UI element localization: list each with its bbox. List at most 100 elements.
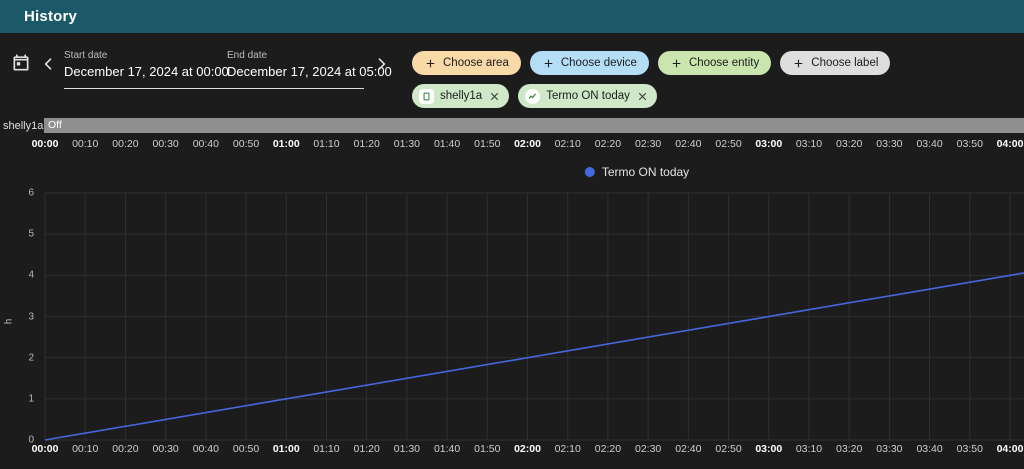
time-tick: 03:50 — [957, 443, 983, 455]
time-tick: 01:50 — [474, 138, 500, 150]
time-tick: 00:00 — [32, 138, 59, 150]
choose-device-button[interactable]: Choose device — [530, 51, 649, 75]
time-tick: 04:00 — [997, 443, 1024, 455]
plus-icon — [792, 57, 805, 70]
y-tick: 5 — [0, 229, 34, 240]
time-tick: 01:30 — [394, 443, 420, 455]
time-tick: 00:40 — [193, 443, 219, 455]
time-tick: 01:40 — [434, 138, 460, 150]
choose-label-button[interactable]: Choose label — [780, 51, 890, 75]
date-range-picker[interactable]: Start date December 17, 2024 at 00:00 En… — [64, 50, 364, 89]
calendar-button[interactable] — [8, 50, 34, 76]
legend-label: Termo ON today — [602, 165, 689, 179]
time-tick: 02:10 — [555, 443, 581, 455]
time-tick: 00:10 — [72, 443, 98, 455]
next-period-button[interactable] — [372, 55, 390, 73]
chip-label: Termo ON today — [546, 90, 630, 102]
active-filter-row: shelly1a Termo ON today — [412, 84, 657, 108]
active-filter-shelly1a[interactable]: shelly1a — [412, 84, 509, 108]
time-tick: 01:10 — [313, 138, 339, 150]
y-tick: 4 — [0, 270, 34, 281]
time-tick: 02:50 — [715, 138, 741, 150]
time-tick: 03:40 — [916, 443, 942, 455]
page-title: History — [24, 8, 77, 25]
start-date-field[interactable]: Start date December 17, 2024 at 00:00 — [64, 50, 227, 79]
timeline-state-bar[interactable]: Off — [44, 118, 1024, 133]
time-tick: 03:10 — [796, 138, 822, 150]
time-tick: 00:50 — [233, 443, 259, 455]
time-tick: 03:00 — [755, 138, 782, 150]
chart-legend[interactable]: Termo ON today — [585, 165, 689, 179]
time-tick: 01:50 — [474, 443, 500, 455]
time-tick: 01:40 — [434, 443, 460, 455]
chart-canvas[interactable] — [0, 160, 1024, 469]
time-tick: 00:20 — [112, 138, 138, 150]
time-tick: 03:10 — [796, 443, 822, 455]
time-tick: 02:20 — [595, 443, 621, 455]
choose-area-button[interactable]: Choose area — [412, 51, 521, 75]
filter-chip-row: Choose area Choose device Choose entity Cho… — [412, 51, 890, 75]
time-tick: 03:30 — [876, 443, 902, 455]
time-tick: 02:30 — [635, 443, 661, 455]
legend-dot — [585, 167, 595, 177]
time-tick: 00:40 — [193, 138, 219, 150]
y-tick: 0 — [0, 435, 34, 446]
time-tick: 02:30 — [635, 138, 661, 150]
time-tick: 01:00 — [273, 138, 300, 150]
y-tick: 1 — [0, 393, 34, 404]
time-tick: 02:40 — [675, 443, 701, 455]
device-icon — [419, 89, 434, 104]
history-chart[interactable]: Termo ON today 0123456 h 00:0000:1000:20… — [0, 160, 1024, 469]
time-tick: 02:00 — [514, 443, 541, 455]
time-tick: 02:00 — [514, 138, 541, 150]
timeline-time-axis: 00:00 00:10 00:20 00:30 00:40 00:50 01:00 01:10… — [0, 138, 1024, 152]
active-filter-termo-on-today[interactable]: Termo ON today — [518, 84, 657, 108]
chip-label: Choose label — [811, 57, 878, 69]
end-date-label: End date — [227, 50, 392, 62]
time-tick: 02:10 — [555, 138, 581, 150]
calendar-icon — [11, 53, 31, 73]
end-date-field[interactable]: End date December 17, 2024 at 05:00 — [227, 50, 392, 79]
time-tick: 03:20 — [836, 138, 862, 150]
time-tick: 00:50 — [233, 138, 259, 150]
plus-icon — [542, 57, 555, 70]
chevron-right-icon — [373, 56, 389, 72]
time-tick: 01:30 — [394, 138, 420, 150]
previous-period-button[interactable] — [40, 55, 58, 73]
timeline-state-label: Off — [44, 118, 62, 133]
plus-icon — [424, 57, 437, 70]
time-tick: 02:40 — [675, 138, 701, 150]
chevron-left-icon — [41, 56, 57, 72]
timeline-entity-label: shelly1a — [3, 120, 43, 132]
time-tick: 00:20 — [112, 443, 138, 455]
time-tick: 03:50 — [957, 138, 983, 150]
app-header: History — [0, 0, 1024, 33]
start-date-label: Start date — [64, 50, 227, 62]
time-tick: 00:30 — [152, 443, 178, 455]
y-axis-title: h — [3, 319, 14, 325]
time-tick: 01:00 — [273, 443, 300, 455]
time-tick: 01:20 — [354, 138, 380, 150]
chip-label: Choose entity — [689, 57, 759, 69]
time-tick: 03:40 — [916, 138, 942, 150]
time-tick: 03:00 — [755, 443, 782, 455]
time-tick: 00:00 — [32, 443, 59, 455]
choose-entity-button[interactable]: Choose entity — [658, 51, 771, 75]
time-tick: 03:20 — [836, 443, 862, 455]
time-tick: 01:10 — [313, 443, 339, 455]
time-tick: 03:30 — [876, 138, 902, 150]
end-date-value: December 17, 2024 at 05:00 — [227, 64, 392, 79]
close-icon[interactable] — [488, 90, 501, 103]
chip-label: shelly1a — [440, 90, 482, 102]
plus-icon — [670, 57, 683, 70]
chart-line-icon — [525, 89, 540, 104]
close-icon[interactable] — [636, 90, 649, 103]
time-tick: 04:00 — [997, 138, 1024, 150]
time-tick: 00:10 — [72, 138, 98, 150]
time-tick: 00:30 — [152, 138, 178, 150]
time-tick: 01:20 — [354, 443, 380, 455]
chip-label: Choose device — [561, 57, 637, 69]
time-tick: 02:50 — [715, 443, 741, 455]
series-line — [45, 273, 1024, 441]
y-tick: 6 — [0, 188, 34, 199]
